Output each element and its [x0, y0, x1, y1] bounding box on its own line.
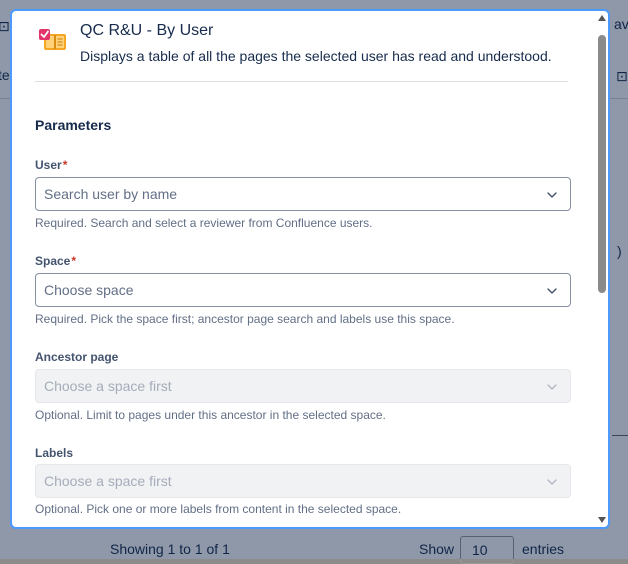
space-label-text: Space: [35, 254, 71, 268]
space-field-label: Space*: [35, 254, 76, 268]
space-select-placeholder: Choose space: [44, 282, 134, 298]
chevron-down-icon: [547, 384, 557, 390]
ancestor-select-placeholder: Choose a space first: [44, 378, 172, 394]
dialog-description: Displays a table of all the pages the se…: [80, 48, 552, 64]
labels-help-text: Optional. Pick one or more labels from c…: [35, 502, 402, 516]
user-select-placeholder: Search user by name: [44, 186, 178, 202]
dialog-header: QC R&U - By User Displays a table of all…: [35, 21, 568, 82]
scroll-down-arrow-icon[interactable]: [598, 517, 606, 523]
user-label-text: User: [35, 158, 62, 172]
user-select[interactable]: Search user by name: [35, 177, 571, 211]
user-help-text: Required. Search and select a reviewer f…: [35, 216, 373, 230]
chevron-down-icon: [547, 288, 557, 294]
ancestor-field-label: Ancestor page: [35, 350, 118, 364]
required-indicator: *: [71, 254, 77, 268]
scroll-up-arrow-icon[interactable]: [598, 15, 606, 21]
dialog-content: QC R&U - By User Displays a table of all…: [12, 11, 596, 527]
scrollbar-thumb[interactable]: [598, 35, 606, 293]
dialog-title: QC R&U - By User: [80, 22, 214, 39]
space-select[interactable]: Choose space: [35, 273, 571, 307]
macro-config-dialog: QC R&U - By User Displays a table of all…: [10, 9, 610, 529]
space-help-text: Required. Pick the space first; ancestor…: [35, 312, 455, 326]
ancestor-label-text: Ancestor page: [35, 350, 119, 364]
parameters-heading: Parameters: [35, 117, 112, 133]
labels-label-text: Labels: [35, 446, 74, 460]
ancestor-page-select[interactable]: Choose a space first: [35, 369, 571, 403]
ancestor-help-text: Optional. Limit to pages under this ance…: [35, 408, 386, 422]
user-field-label: User*: [35, 158, 67, 172]
chevron-down-icon: [547, 479, 557, 485]
checklist-book-icon: [39, 29, 66, 50]
chevron-down-icon: [547, 192, 557, 198]
labels-field-label: Labels: [35, 446, 73, 460]
labels-select[interactable]: Choose a space first: [35, 464, 571, 498]
labels-select-placeholder: Choose a space first: [44, 473, 172, 489]
dialog-scrollbar[interactable]: [596, 11, 608, 527]
required-indicator: *: [62, 158, 68, 172]
